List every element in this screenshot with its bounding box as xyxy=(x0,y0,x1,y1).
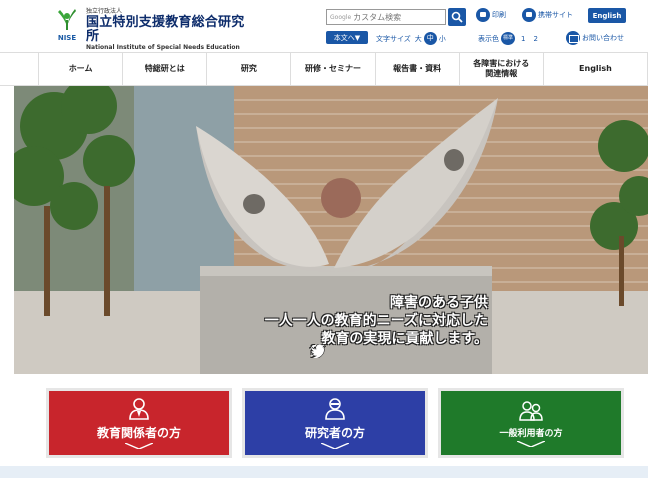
social-links: f xyxy=(310,344,326,360)
twitter-icon[interactable] xyxy=(310,344,326,358)
nav-item-home[interactable]: ホーム xyxy=(38,53,122,85)
card-researchers[interactable]: 研究者の方 xyxy=(242,388,428,458)
print-label: 印刷 xyxy=(492,11,506,19)
mail-icon xyxy=(566,31,580,45)
mobile-icon xyxy=(522,8,536,22)
mobile-site-link[interactable]: 携帯サイト xyxy=(522,8,573,22)
skip-to-content-button[interactable]: 本文へ▼ xyxy=(326,31,368,44)
printer-icon xyxy=(476,8,490,22)
chevron-down-icon xyxy=(125,442,153,449)
logo-english: National Institute of Special Needs Educ… xyxy=(86,44,240,51)
contact-label: お問い合わせ xyxy=(582,34,624,42)
hero-line-3: 教育の実現に貢献します。 xyxy=(321,331,488,347)
color-control: 表示色 標準 1 2 xyxy=(478,32,542,45)
font-small-button[interactable]: 小 xyxy=(439,34,446,44)
logo-title: 国立特別支援教育総合研究所 xyxy=(86,15,245,44)
color-standard-button[interactable]: 標準 xyxy=(501,32,515,45)
color-2-button[interactable]: 2 xyxy=(533,35,537,43)
print-link[interactable]: 印刷 xyxy=(476,8,506,22)
site-logo[interactable]: NISE 独立行政法人 国立特別支援教育総合研究所 National Insti… xyxy=(52,8,252,51)
nav-item-training[interactable]: 研修・セミナー xyxy=(290,53,374,85)
hero-line-1: 障害のある子供 xyxy=(390,295,488,311)
hero-banner: 障害のある子供 一人一人の教育的ニーズに対応した 教育の実現に貢献します。 f xyxy=(14,86,648,374)
search-input[interactable] xyxy=(353,12,434,22)
color-label: 表示色 xyxy=(478,34,499,43)
search-provider-label: Google xyxy=(330,13,352,21)
chevron-down-icon xyxy=(321,442,349,449)
nav-item-english[interactable]: English xyxy=(542,53,648,85)
mobile-label: 携帯サイト xyxy=(538,11,573,19)
font-size-label: 文字サイズ xyxy=(376,34,411,43)
color-1-button[interactable]: 1 xyxy=(521,35,525,43)
hero-line-2: 一人一人の教育的ニーズに対応した xyxy=(264,313,488,329)
logo-mark-icon: NISE xyxy=(52,8,82,42)
card-general-users-label: 一般利用者の方 xyxy=(499,428,563,439)
search-button[interactable] xyxy=(448,8,466,26)
site-header: NISE 独立行政法人 国立特別支援教育総合研究所 National Insti… xyxy=(0,0,648,51)
card-educators[interactable]: 教育関係者の方 xyxy=(46,388,232,458)
contact-link[interactable]: お問い合わせ xyxy=(566,31,624,45)
font-medium-button[interactable]: 中 xyxy=(423,32,437,45)
card-researchers-label: 研究者の方 xyxy=(304,425,365,440)
nav-item-disability-info[interactable]: 各障害における 関連情報 xyxy=(458,53,543,85)
search-field[interactable]: Google xyxy=(326,9,446,25)
search-icon xyxy=(451,11,463,23)
font-large-button[interactable]: 大 xyxy=(415,34,422,44)
english-button[interactable]: English xyxy=(588,8,626,23)
nav-item-about[interactable]: 特総研とは xyxy=(122,53,206,85)
nav-item-research[interactable]: 研究 xyxy=(206,53,290,85)
educator-person-icon xyxy=(129,397,149,420)
audience-cards: 教育関係者の方 研究者の方 一般利用者の方 xyxy=(0,374,648,478)
researcher-person-icon xyxy=(325,397,345,420)
chevron-down-icon xyxy=(517,440,545,447)
logo-nise-text: NISE xyxy=(57,34,77,42)
group-people-icon xyxy=(519,400,543,421)
card-educators-label: 教育関係者の方 xyxy=(96,425,181,440)
nav-item-reports[interactable]: 報告書・資料 xyxy=(374,53,459,85)
main-nav: ホーム 特総研とは 研究 研修・セミナー 報告書・資料 各障害における 関連情報… xyxy=(0,52,648,86)
font-size-control: 文字サイズ 大 中 小 xyxy=(376,32,446,45)
hero-tagline: 障害のある子供 一人一人の教育的ニーズに対応した 教育の実現に貢献します。 xyxy=(265,294,488,348)
page-bottom-band xyxy=(0,466,648,478)
card-general-users[interactable]: 一般利用者の方 xyxy=(438,388,624,458)
